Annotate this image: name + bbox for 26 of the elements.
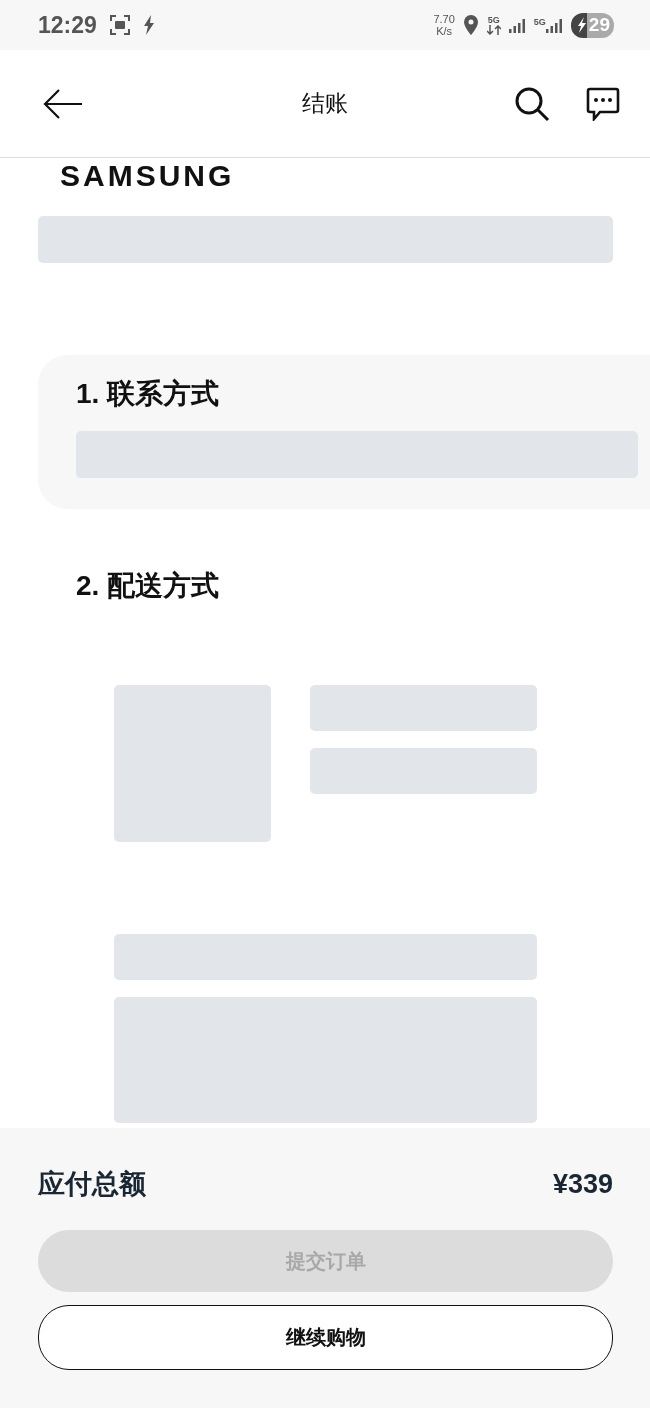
location-icon: [462, 15, 479, 35]
network-label: 5G: [533, 17, 546, 27]
section-title: 2. 配送方式: [76, 569, 221, 603]
signal-icon: [545, 17, 563, 33]
signal-icon: [508, 17, 526, 33]
total-amount: ¥339: [552, 1168, 613, 1200]
continue-shopping-button[interactable]: 继续购物: [38, 1305, 613, 1370]
search-icon: [514, 85, 550, 122]
back-button[interactable]: [42, 87, 84, 120]
network-label: 5G: [487, 15, 500, 25]
battery-indicator: 29: [570, 12, 614, 38]
lightning-icon: [142, 15, 155, 35]
network-speed: 7.70: [433, 13, 455, 25]
section-title: 1. 联系方式: [76, 377, 221, 411]
charging-icon: [576, 17, 587, 33]
brand-logo: SAMSUNG: [60, 160, 235, 192]
data-arrows-icon: [486, 25, 501, 35]
search-button[interactable]: [514, 85, 550, 122]
back-arrow-icon: [42, 87, 84, 120]
network-speed-unit: K/s: [436, 25, 453, 37]
status-time: 12:29: [38, 11, 97, 39]
screenshot-icon: [108, 14, 131, 36]
page-title: 结账: [302, 89, 348, 118]
total-label: 应付总额: [38, 1168, 146, 1201]
chat-button[interactable]: [586, 86, 620, 121]
chat-icon: [586, 86, 620, 121]
